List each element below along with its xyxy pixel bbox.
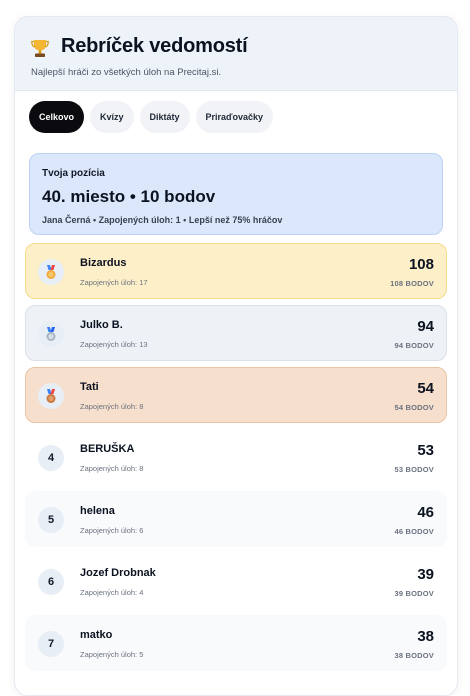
gold-medal-icon bbox=[46, 264, 56, 279]
player-name: Tati bbox=[80, 381, 99, 393]
silver-medal-icon bbox=[46, 326, 56, 341]
player-points: 94 bbox=[417, 318, 434, 335]
tab-diktaty[interactable]: Diktáty bbox=[139, 101, 190, 133]
category-tabs: Celkovo Kvízy Diktáty Priraďovačky bbox=[15, 91, 457, 133]
leaderboard-row[interactable]: Tati Zapojených úloh: 8 54 54 BODOV bbox=[25, 367, 447, 423]
tab-kvizy[interactable]: Kvízy bbox=[90, 101, 134, 133]
player-points-label: 46 BODOV bbox=[394, 527, 434, 536]
player-points: 54 bbox=[417, 380, 434, 397]
player-points-label: 39 BODOV bbox=[394, 589, 434, 598]
rank-badge bbox=[38, 259, 64, 285]
your-position-meta: Jana Černá • Zapojených úloh: 1 • Lepší … bbox=[42, 215, 283, 225]
rank-badge: 7 bbox=[38, 631, 64, 657]
player-points-label: 54 BODOV bbox=[394, 403, 434, 412]
player-points: 108 bbox=[408, 256, 434, 273]
player-points-label: 108 BODOV bbox=[390, 279, 434, 288]
your-position-label: Tvoja pozícia bbox=[42, 168, 105, 179]
player-tasks: Zapojených úloh: 6 bbox=[80, 526, 144, 535]
leaderboard-row[interactable]: 7 matko Zapojených úloh: 5 38 38 BODOV bbox=[25, 615, 447, 671]
rank-badge bbox=[38, 321, 64, 347]
player-tasks: Zapojených úloh: 8 bbox=[80, 402, 144, 411]
player-points: 46 bbox=[417, 504, 434, 521]
player-tasks: Zapojených úloh: 8 bbox=[80, 464, 144, 473]
tab-celkovo[interactable]: Celkovo bbox=[29, 101, 85, 133]
rank-badge: 4 bbox=[38, 445, 64, 471]
leaderboard-row[interactable]: 4 BERUŠKA Zapojených úloh: 8 53 53 BODOV bbox=[25, 429, 447, 485]
leaderboard-header: Rebríček vedomostí Najlepší hráči zo vše… bbox=[15, 17, 457, 91]
your-position-panel: Tvoja pozícia 40. miesto • 10 bodov Jana… bbox=[29, 153, 443, 235]
player-points: 53 bbox=[417, 442, 434, 459]
player-name: helena bbox=[80, 505, 115, 517]
page-subtitle: Najlepší hráči zo všetkých úloh na Preci… bbox=[31, 67, 222, 78]
title-row: Rebríček vedomostí bbox=[31, 35, 457, 58]
player-name: BERUŠKA bbox=[80, 443, 135, 455]
player-tasks: Zapojených úloh: 4 bbox=[80, 588, 144, 597]
player-tasks: Zapojených úloh: 17 bbox=[80, 278, 148, 287]
trophy-icon bbox=[31, 39, 49, 57]
leaderboard-card: Rebríček vedomostí Najlepší hráči zo vše… bbox=[14, 16, 458, 696]
tab-priradovacky[interactable]: Priraďovačky bbox=[195, 101, 274, 133]
player-name: Jozef Drobnak bbox=[80, 567, 156, 579]
player-tasks: Zapojených úloh: 13 bbox=[80, 340, 148, 349]
player-points: 39 bbox=[417, 566, 434, 583]
your-position-rank: 40. miesto • 10 bodov bbox=[42, 187, 216, 206]
rank-badge: 6 bbox=[38, 569, 64, 595]
rank-badge: 5 bbox=[38, 507, 64, 533]
leaderboard-row[interactable]: 6 Jozef Drobnak Zapojených úloh: 4 39 39… bbox=[25, 553, 447, 609]
player-points-label: 53 BODOV bbox=[394, 465, 434, 474]
player-points-label: 94 BODOV bbox=[394, 341, 434, 350]
page-title: Rebríček vedomostí bbox=[61, 35, 248, 57]
player-name: matko bbox=[80, 629, 113, 641]
player-name: Julko B. bbox=[80, 319, 123, 331]
player-points: 38 bbox=[417, 628, 434, 645]
bronze-medal-icon bbox=[46, 388, 56, 403]
leaderboard-row[interactable]: Julko B. Zapojených úloh: 13 94 94 BODOV bbox=[25, 305, 447, 361]
player-name: Bizardus bbox=[80, 257, 127, 269]
leaderboard-row[interactable]: 5 helena Zapojených úloh: 6 46 46 BODOV bbox=[25, 491, 447, 547]
leaderboard-list: Bizardus Zapojených úloh: 17 108 108 BOD… bbox=[15, 243, 457, 671]
rank-badge bbox=[38, 383, 64, 409]
player-points-label: 38 BODOV bbox=[394, 651, 434, 660]
leaderboard-row[interactable]: Bizardus Zapojených úloh: 17 108 108 BOD… bbox=[25, 243, 447, 299]
player-tasks: Zapojených úloh: 5 bbox=[80, 650, 144, 659]
